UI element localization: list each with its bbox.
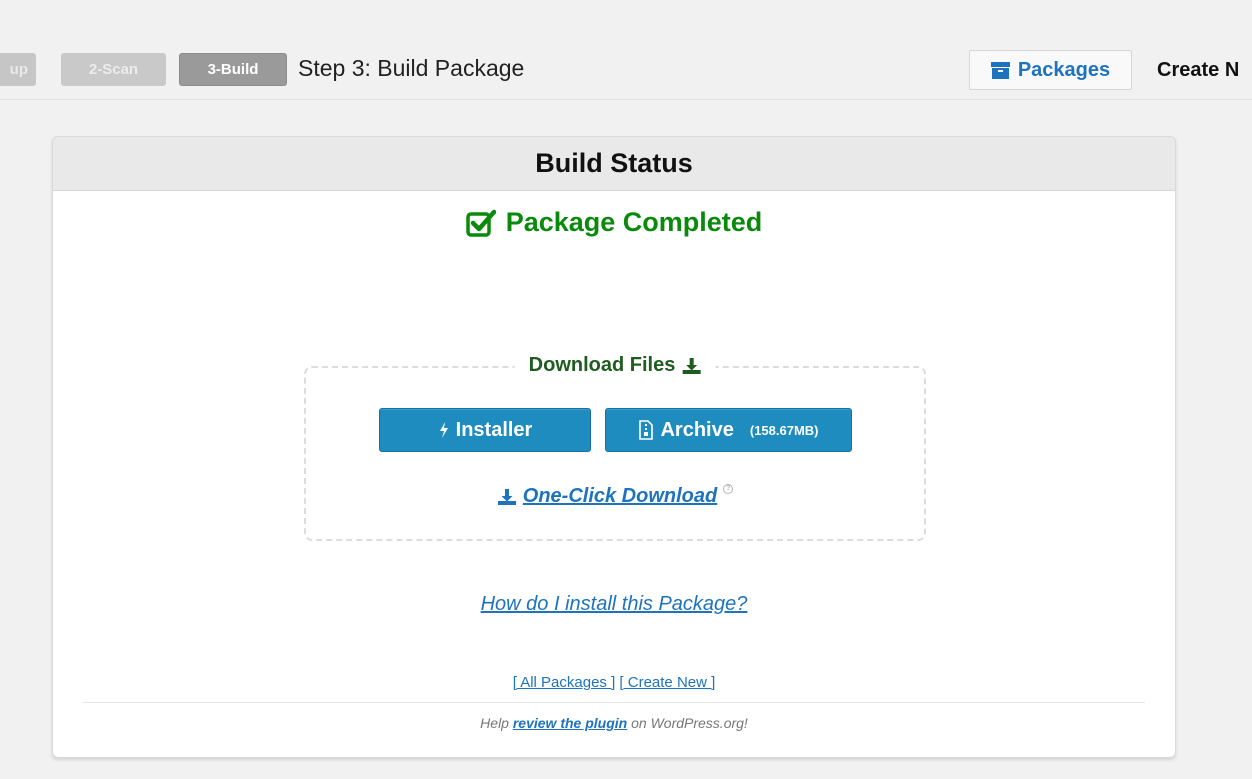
download-files-label: Download Files — [528, 354, 676, 376]
download-files-box: Download Files Installer Archive (158.67… — [304, 354, 926, 541]
step-3-build-button[interactable]: 3-Build — [179, 53, 287, 86]
footer-help-suffix: on WordPress.org! — [631, 715, 748, 731]
wizard-header: up 2-Scan 3-Build Step 3: Build Package … — [0, 0, 1252, 100]
package-completed-text: Package Completed — [505, 207, 763, 237]
step-3-label: 3-Build — [207, 61, 259, 78]
archive-label: Archive — [660, 418, 734, 441]
how-to-install-link[interactable]: How do I install this Package? — [53, 593, 1175, 616]
footer-divider — [83, 702, 1145, 703]
bolt-icon — [439, 422, 448, 438]
download-icon — [497, 488, 516, 505]
footer-help-prefix: Help — [480, 715, 509, 731]
step-2-label: 2-Scan — [88, 61, 139, 78]
create-new-link[interactable]: [ Create New ] — [619, 674, 715, 691]
installer-download-button[interactable]: Installer — [379, 408, 591, 452]
all-packages-link[interactable]: [ All Packages ] — [513, 674, 616, 691]
panel-title: Build Status — [53, 137, 1175, 191]
step-1-label: up — [9, 61, 28, 78]
zip-file-icon — [639, 420, 654, 440]
packages-label: Packages — [1017, 58, 1111, 81]
checkbox-checked-icon — [465, 209, 496, 237]
build-status-panel: Build Status Package Completed Download … — [52, 136, 1176, 758]
download-icon — [682, 357, 701, 374]
step-1-button[interactable]: up — [0, 53, 36, 86]
create-new-button[interactable]: Create N — [1157, 59, 1239, 82]
package-completed-status: Package Completed — [53, 207, 1175, 238]
one-click-download-link[interactable]: One-Click Download — [523, 485, 717, 508]
download-files-legend: Download Files — [514, 354, 716, 377]
archive-size: (158.67MB) — [749, 422, 819, 438]
archive-box-icon — [990, 61, 1010, 79]
one-click-download: One-Click Download ? — [306, 483, 924, 508]
packages-button[interactable]: Packages — [969, 50, 1132, 90]
footer-help: Help review the plugin on WordPress.org! — [53, 715, 1175, 731]
step-title: Step 3: Build Package — [298, 55, 525, 81]
review-plugin-link[interactable]: review the plugin — [513, 715, 627, 731]
archive-download-button[interactable]: Archive (158.67MB) — [605, 408, 852, 452]
help-question-icon[interactable]: ? — [723, 483, 734, 494]
bottom-links: [ All Packages ] [ Create New ] — [53, 674, 1175, 691]
installer-label: Installer — [455, 418, 533, 441]
step-2-scan-button[interactable]: 2-Scan — [61, 53, 166, 86]
